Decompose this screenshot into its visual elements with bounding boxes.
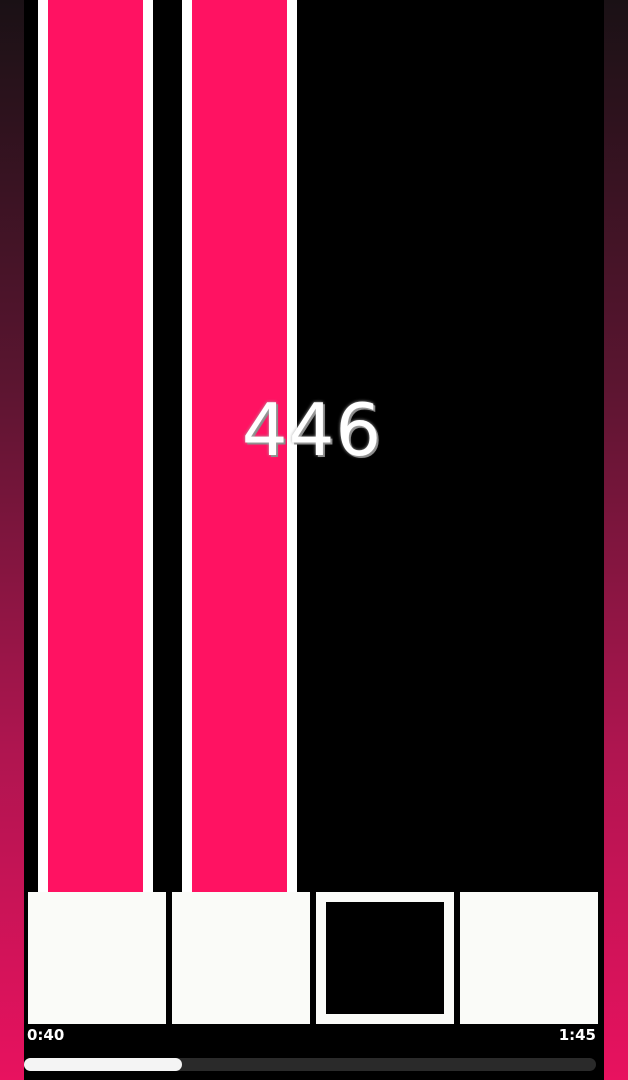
song-progress-fill: [24, 1058, 182, 1071]
score-counter: 446: [241, 388, 383, 472]
elapsed-time: 0:40: [27, 1026, 65, 1044]
total-time: 1:45: [558, 1026, 596, 1044]
left-border-gradient: [0, 0, 24, 1080]
game-screen: 446 0:40 1:45: [0, 0, 628, 1080]
hit-key-lane-4[interactable]: [460, 892, 598, 1024]
song-progress-bar[interactable]: [24, 1058, 596, 1071]
right-border-gradient: [604, 0, 628, 1080]
hit-key-lane-1[interactable]: [28, 892, 166, 1024]
hit-key-lane-3[interactable]: [316, 892, 454, 1024]
playfield[interactable]: 446 0:40 1:45: [24, 0, 600, 1080]
hit-key-lane-2[interactable]: [172, 892, 310, 1024]
